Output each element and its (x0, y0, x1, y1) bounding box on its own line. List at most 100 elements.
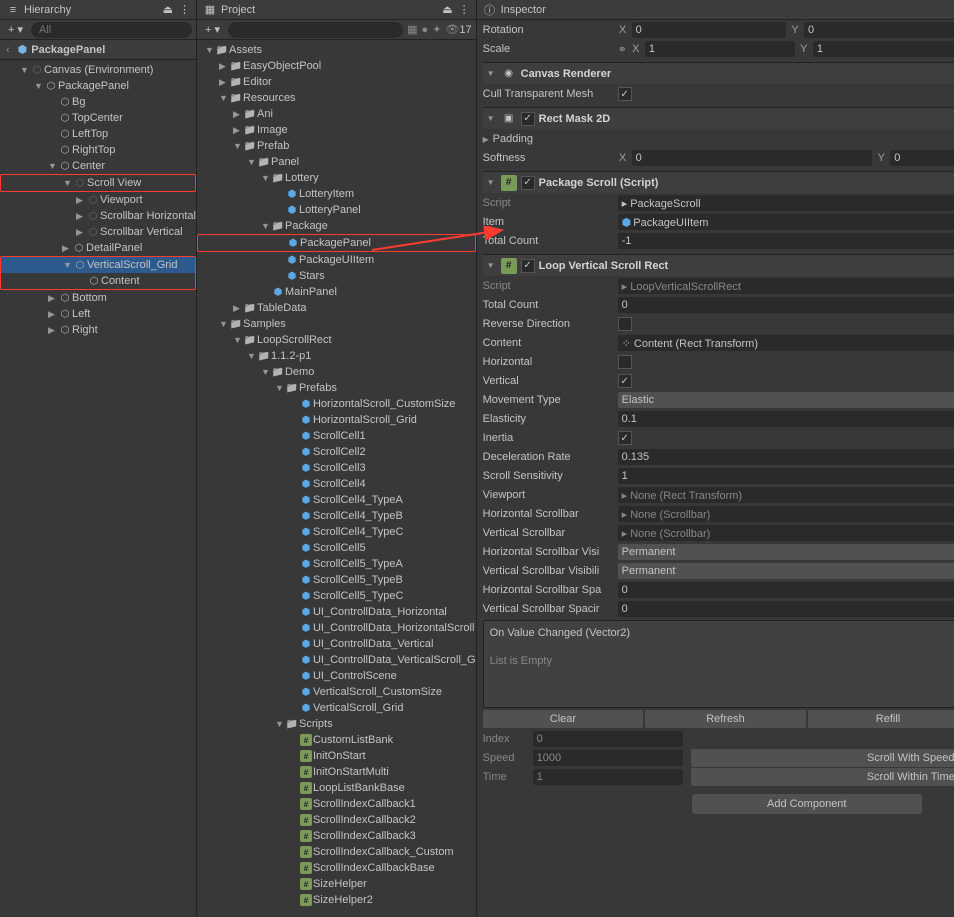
tree-row[interactable]: CustomListBank (197, 732, 476, 748)
rect-mask-header[interactable]: ▼ ▣ ✓ Rect Mask 2D ?⚙⋮ (483, 107, 954, 129)
expand-icon[interactable]: ▼ (275, 383, 285, 393)
tree-row[interactable]: UI_ControllData_HorizontalScroll (197, 620, 476, 636)
tree-row[interactable]: ▼Prefab (197, 138, 476, 154)
tree-row[interactable]: SizeHelper (197, 876, 476, 892)
expand-icon[interactable]: ▶ (76, 227, 86, 238)
tree-row[interactable]: ▶Scrollbar Vertical (0, 224, 196, 240)
tree-row[interactable]: RightTop (0, 142, 196, 158)
softness-y[interactable] (890, 150, 954, 166)
tree-row[interactable]: HorizontalScroll_CustomSize (197, 396, 476, 412)
expand-icon[interactable]: ▼ (233, 335, 243, 345)
refresh-button[interactable]: Refresh (645, 710, 806, 728)
tree-row[interactable]: ScrollCell5_TypeB (197, 572, 476, 588)
tree-row[interactable]: ▶TableData (197, 300, 476, 316)
tree-row[interactable]: ▶Right (0, 322, 196, 338)
tree-row[interactable]: ▼Scripts (197, 716, 476, 732)
script-field[interactable]: ▸ LoopVerticalScrollRect⊙ (618, 278, 954, 294)
sensitivity-input[interactable] (618, 468, 954, 484)
link-icon[interactable]: ⚭ (618, 43, 627, 56)
menu-icon[interactable]: ⋮ (459, 3, 470, 16)
collapse-icon[interactable]: ▼ (487, 114, 497, 123)
expand-icon[interactable]: ▼ (219, 93, 229, 103)
fav-icon[interactable]: ▦ (407, 23, 417, 36)
softness-x[interactable] (632, 150, 873, 166)
lock-icon[interactable]: ⏏ (163, 3, 173, 16)
reverse-checkbox[interactable] (618, 317, 632, 331)
expand-icon[interactable]: ▶ (233, 125, 243, 136)
tree-row[interactable]: PackageUIItem (197, 252, 476, 268)
tree-row[interactable]: TopCenter (0, 110, 196, 126)
rect-mask-enable[interactable]: ✓ (521, 112, 535, 126)
rotation-y[interactable] (804, 22, 954, 38)
hbar-field[interactable]: ▸ None (Scrollbar)⊙ (618, 506, 954, 522)
tree-row[interactable]: ▶EasyObjectPool (197, 58, 476, 74)
expand-icon[interactable]: ▼ (261, 367, 271, 377)
tree-row[interactable]: HorizontalScroll_Grid (197, 412, 476, 428)
tree-row[interactable]: LeftTop (0, 126, 196, 142)
tree-row[interactable]: LotteryPanel (197, 202, 476, 218)
back-icon[interactable]: ‹ (6, 44, 10, 56)
create-dropdown[interactable]: + ▾ (201, 23, 224, 36)
vertical-checkbox[interactable]: ✓ (618, 374, 632, 388)
tree-row[interactable]: ScrollCell5_TypeC (197, 588, 476, 604)
expand-icon[interactable]: ▼ (219, 319, 229, 329)
tree-row[interactable]: ScrollCell5_TypeA (197, 556, 476, 572)
tree-row[interactable]: ▼1.1.2-p1 (197, 348, 476, 364)
create-dropdown[interactable]: + ▾ (4, 23, 27, 36)
elasticity-input[interactable] (618, 411, 954, 427)
tree-row[interactable]: ▼Resources (197, 90, 476, 106)
tree-row[interactable]: Stars (197, 268, 476, 284)
expand-icon[interactable]: ▶ (48, 325, 58, 336)
tree-row[interactable]: ▼Center (0, 158, 196, 174)
tree-row[interactable]: ▶Image (197, 122, 476, 138)
tree-row[interactable]: LoopListBankBase (197, 780, 476, 796)
expand-icon[interactable]: ▼ (275, 719, 285, 729)
tree-row[interactable]: ScrollIndexCallback1 (197, 796, 476, 812)
tree-row[interactable]: ▼Demo (197, 364, 476, 380)
time-input[interactable] (533, 769, 683, 785)
inertia-checkbox[interactable]: ✓ (618, 431, 632, 445)
vbar-field[interactable]: ▸ None (Scrollbar)⊙ (618, 525, 954, 541)
tree-row[interactable]: ▼Samples (197, 316, 476, 332)
menu-icon[interactable]: ⋮ (179, 3, 190, 16)
tree-row[interactable]: ▶DetailPanel (0, 240, 196, 256)
tree-row[interactable]: ▼VerticalScroll_Grid (1, 257, 195, 273)
tree-row[interactable]: InitOnStartMulti (197, 764, 476, 780)
tree-row[interactable]: ScrollCell4 (197, 476, 476, 492)
tree-row[interactable]: ScrollCell3 (197, 460, 476, 476)
filter-icon[interactable]: ✦ (432, 23, 441, 36)
cull-checkbox[interactable]: ✓ (618, 87, 632, 101)
rotation-x[interactable] (632, 22, 786, 38)
expand-icon[interactable]: ▶ (76, 195, 86, 206)
vspace-input[interactable] (618, 601, 954, 617)
expand-icon[interactable]: ▼ (205, 45, 215, 55)
item-field[interactable]: ⬢PackageUIItem⊙ (618, 214, 954, 230)
hierarchy-tree[interactable]: ▼Canvas (Environment)▼PackagePanelBgTopC… (0, 60, 196, 917)
collapse-icon[interactable]: ▼ (487, 178, 497, 187)
scale-x[interactable] (645, 41, 795, 57)
script-field[interactable]: ▸ PackageScroll⊙ (618, 195, 954, 211)
expand-icon[interactable]: ▶ (48, 309, 58, 320)
tree-row[interactable]: ScrollCell4_TypeC (197, 524, 476, 540)
horizontal-checkbox[interactable] (618, 355, 632, 369)
tree-row[interactable]: ▼LoopScrollRect (197, 332, 476, 348)
tree-row[interactable]: ScrollIndexCallback_Custom (197, 844, 476, 860)
expand-icon[interactable]: ▶ (233, 109, 243, 120)
tree-row[interactable]: ▶Editor (197, 74, 476, 90)
tree-row[interactable]: ScrollCell4_TypeB (197, 508, 476, 524)
tree-row[interactable]: ▼Assets (197, 42, 476, 58)
hierarchy-search[interactable] (31, 22, 192, 38)
expand-icon[interactable]: ▶ (219, 61, 229, 72)
add-component-button[interactable]: Add Component (692, 794, 922, 814)
decel-input[interactable] (618, 449, 954, 465)
hvis-dropdown[interactable]: Permanent▾ (618, 544, 954, 560)
expand-icon[interactable]: ▼ (63, 260, 73, 270)
tree-row[interactable]: ▼Package (197, 218, 476, 234)
loop-enable[interactable]: ✓ (521, 259, 535, 273)
total-count-input[interactable] (618, 233, 954, 249)
tree-row[interactable]: ▼Lottery (197, 170, 476, 186)
tree-row[interactable]: ▼Scroll View (1, 175, 195, 191)
tree-row[interactable]: MainPanel (197, 284, 476, 300)
expand-icon[interactable]: ▶ (62, 243, 72, 254)
project-search[interactable] (228, 22, 403, 38)
